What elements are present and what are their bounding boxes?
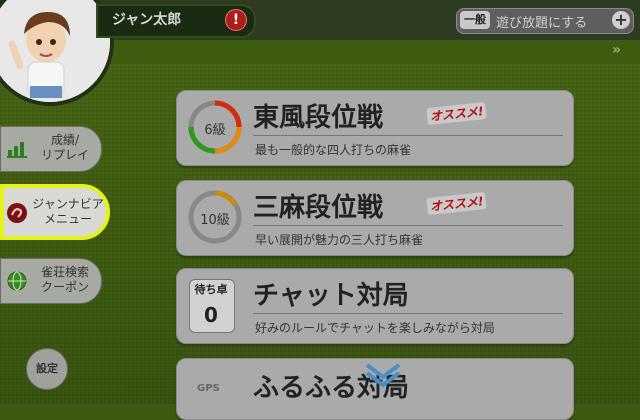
divider bbox=[253, 313, 563, 314]
game-card-furufuru[interactable]: GPS ふるふる対局 bbox=[176, 358, 574, 420]
bar-chart-icon bbox=[7, 142, 27, 158]
card-description: 好みのルールでチャットを楽しみながら対局 bbox=[255, 321, 495, 335]
avatar-illustration bbox=[0, 0, 110, 102]
scroll-down-icon[interactable] bbox=[363, 361, 403, 389]
unlimited-play-label: 遊び放題にする bbox=[496, 16, 588, 31]
header-band bbox=[100, 40, 640, 64]
general-badge: 一般 bbox=[460, 11, 490, 29]
sidebar-item-parlor-search[interactable]: 雀荘検索 クーポン bbox=[0, 258, 102, 304]
sidebar-item-label: 雀荘検索 クーポン bbox=[33, 265, 97, 295]
game-card-tonpu[interactable]: 6級 東風段位戦 オススメ! 最も一般的な四人打ちの麻雀 bbox=[176, 90, 574, 166]
label-line: ジャンナビア bbox=[32, 197, 104, 211]
label-line: 成績/ bbox=[50, 133, 80, 147]
label-line: リプレイ bbox=[40, 148, 89, 162]
gps-label: GPS bbox=[197, 383, 220, 394]
game-card-sanma[interactable]: 10級 三麻段位戦 オススメ! 早い展開が魅力の三人打ち麻雀 bbox=[176, 180, 574, 256]
sidebar-item-records[interactable]: 成績/ リプレイ bbox=[0, 126, 102, 172]
game-card-chat[interactable]: 待ち卓 0 チャット対局 好みのルールでチャットを楽しみながら対局 bbox=[176, 268, 574, 344]
player-name: ジャン太郎 bbox=[112, 12, 182, 28]
label-line: クーポン bbox=[40, 280, 89, 294]
divider bbox=[253, 225, 563, 226]
recommended-badge: オススメ! bbox=[426, 101, 488, 126]
rank-label: 10級 bbox=[200, 213, 230, 228]
card-title: 東風段位戦 bbox=[253, 103, 384, 133]
divider bbox=[253, 135, 563, 136]
sidebar-item-janavia-menu[interactable]: ジャンナビア メニュー bbox=[0, 184, 110, 240]
card-description: 早い展開が魅力の三人打ち麻雀 bbox=[255, 233, 424, 247]
settings-button[interactable]: 設定 bbox=[26, 348, 68, 390]
chevron-right-icon[interactable]: » bbox=[612, 42, 621, 58]
card-description: 最も一般的な四人打ちの麻雀 bbox=[255, 143, 412, 157]
sidebar-item-label: 成績/ リプレイ bbox=[33, 133, 97, 163]
sidebar-item-label: ジャンナビア メニュー bbox=[30, 197, 106, 227]
card-title: 三麻段位戦 bbox=[253, 193, 384, 223]
waiting-tables-label: 待ち卓 bbox=[194, 283, 228, 296]
card-title: チャット対局 bbox=[253, 281, 409, 311]
label-line: 雀荘検索 bbox=[40, 265, 89, 279]
janavia-logo-icon bbox=[7, 203, 27, 223]
alert-icon[interactable]: ! bbox=[225, 9, 247, 31]
globe-icon bbox=[7, 271, 27, 291]
waiting-tables-count: 0 bbox=[204, 303, 218, 327]
recommended-badge: オススメ! bbox=[426, 191, 488, 216]
label-line: メニュー bbox=[43, 212, 92, 226]
plus-icon[interactable]: + bbox=[612, 11, 630, 29]
rank-label: 6級 bbox=[204, 123, 226, 138]
